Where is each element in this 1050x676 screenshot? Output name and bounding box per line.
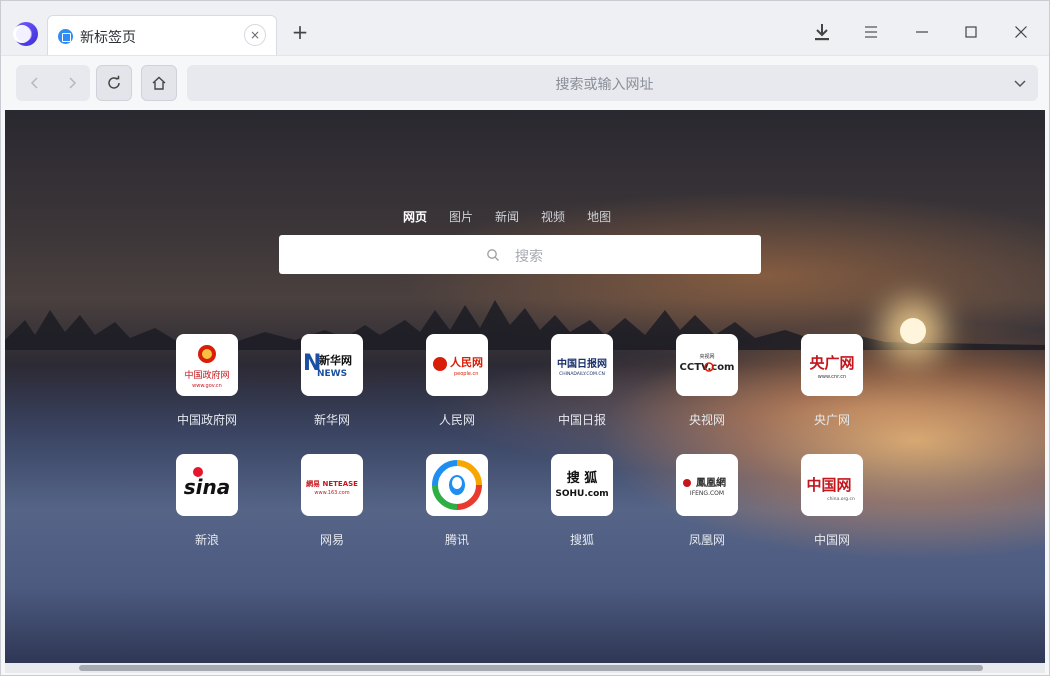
home-icon (152, 76, 166, 90)
horizontal-scrollbar[interactable] (5, 663, 1045, 673)
chevron-right-icon (68, 77, 76, 89)
tab-close-button[interactable]: × (244, 24, 266, 46)
scrollbar-thumb[interactable] (79, 665, 983, 671)
search-placeholder: 搜索 (515, 249, 543, 265)
xinhua-logo-text: 新华网 (319, 353, 352, 367)
sohu-logo-text: 搜 狐 (567, 470, 598, 486)
cnr-logo-sub: www.cnr.cn (818, 374, 846, 380)
toolbar: 搜索或输入网址 (1, 55, 1049, 109)
cnr-logo-text: 央广网 (809, 354, 854, 372)
search-tab-news[interactable]: 新闻 (495, 208, 519, 225)
sina-logo-icon: sina (176, 454, 238, 516)
search-tab-maps[interactable]: 地图 (587, 208, 611, 225)
back-button[interactable] (16, 65, 53, 101)
netease-logo-icon: 網易 NETEASE www.163.com (301, 454, 363, 516)
tab-title: 新标签页 (80, 30, 136, 46)
home-button[interactable] (141, 65, 177, 101)
sina-logo-text: sina (184, 475, 231, 499)
search-tab-video[interactable]: 视频 (541, 208, 565, 225)
chinadaily-logo-icon: 中国日报网 CHINADAILY.COM.CN (551, 334, 613, 396)
background-sun (900, 318, 926, 344)
browser-window: 新标签页 × + 搜索或输入网址 网页 图片 新闻 视频 地图 搜索 中国政府网… (0, 0, 1050, 676)
search-tab-images[interactable]: 图片 (449, 208, 473, 225)
chinaorg-logo-icon: 中国网 china.org.cn (801, 454, 863, 516)
shortcut-label: 央视网 (688, 413, 725, 427)
shortcut-label: 新华网 (313, 413, 350, 427)
gov-logo-text: 中国政府网 (184, 369, 229, 381)
people-logo-sub: people.cn (454, 371, 478, 377)
shortcut-label: 凤凰网 (688, 533, 725, 547)
netease-logo-sub: www.163.com (314, 490, 349, 496)
cctv-logo-icon: 央视网 CCTV.com (676, 334, 738, 396)
maximize-button[interactable] (958, 19, 984, 45)
browser-logo-icon (13, 22, 38, 46)
people-logo-text: 人民网 (450, 355, 483, 369)
shortcut-label: 腾讯 (444, 533, 469, 547)
shortcut-label: 中国网 (813, 533, 850, 547)
shortcut-label: 人民网 (438, 413, 475, 427)
search-input[interactable]: 搜索 (279, 235, 761, 274)
page-icon (58, 29, 73, 44)
reload-button[interactable] (96, 65, 132, 101)
nav-buttons (16, 65, 90, 101)
shortcut-label: 搜狐 (569, 533, 594, 547)
forward-button[interactable] (53, 65, 90, 101)
minimize-button[interactable] (909, 19, 935, 45)
shortcut-label: 网易 (319, 533, 344, 547)
background-treeline (5, 300, 1045, 350)
menu-button[interactable] (858, 19, 884, 45)
xinhua-logo-sub: NEWS (317, 369, 347, 379)
chinaorg-logo-sub: china.org.cn (827, 496, 855, 502)
netease-logo-text: 網易 NETEASE (306, 479, 358, 488)
tab-bar: 新标签页 × + (1, 1, 1049, 56)
address-placeholder: 搜索或输入网址 (555, 77, 654, 93)
shortcut-label: 央广网 (813, 413, 850, 427)
chevron-down-icon[interactable] (1012, 75, 1028, 91)
minimize-icon (916, 31, 928, 33)
chinadaily-logo-text: 中国日报网 (557, 357, 607, 370)
tencent-logo-icon (426, 454, 488, 516)
menu-icon (865, 26, 877, 38)
download-button[interactable] (809, 19, 835, 45)
cnr-logo-icon: 央广网 www.cnr.cn (801, 334, 863, 396)
ifeng-logo-icon: 鳳凰網 IFENG.COM (676, 454, 738, 516)
gov-logo-sub: www.gov.cn (192, 383, 222, 389)
sohu-logo-sub: SOHU.com (555, 489, 608, 499)
xinhua-logo-icon: N 新华网 NEWS (301, 334, 363, 396)
close-icon (1015, 26, 1027, 38)
search-category-tabs: 网页 图片 新闻 视频 地图 (403, 208, 611, 225)
ifeng-logo-sub: IFENG.COM (690, 490, 724, 497)
reload-icon (108, 75, 120, 89)
chinadaily-logo-sub: CHINADAILY.COM.CN (559, 371, 605, 377)
address-bar[interactable]: 搜索或输入网址 (187, 65, 1038, 101)
new-tab-page: 网页 图片 新闻 视频 地图 搜索 中国政府网 www.gov.cn 中国政府网… (5, 110, 1045, 665)
search-icon (487, 249, 499, 261)
new-tab-button[interactable]: + (289, 22, 311, 44)
close-window-button[interactable] (1008, 19, 1034, 45)
chinaorg-logo-text: 中国网 (806, 476, 851, 494)
shortcut-label: 新浪 (194, 533, 219, 547)
shortcut-label: 中国日报 (557, 413, 606, 427)
tab-new-tab[interactable]: 新标签页 × (47, 15, 277, 56)
cctv-logo-sub: 央视网 (699, 353, 714, 360)
sohu-logo-icon: 搜 狐 SOHU.com (551, 454, 613, 516)
shortcut-label: 中国政府网 (176, 413, 237, 427)
download-icon (815, 24, 829, 41)
people-logo-icon: 人民网 people.cn (426, 334, 488, 396)
search-tab-web[interactable]: 网页 (403, 208, 427, 225)
ifeng-logo-text: 鳳凰網 (696, 476, 726, 489)
maximize-icon (965, 26, 977, 38)
chevron-left-icon (30, 77, 38, 89)
gov-logo-icon: 中国政府网 www.gov.cn (176, 334, 238, 396)
